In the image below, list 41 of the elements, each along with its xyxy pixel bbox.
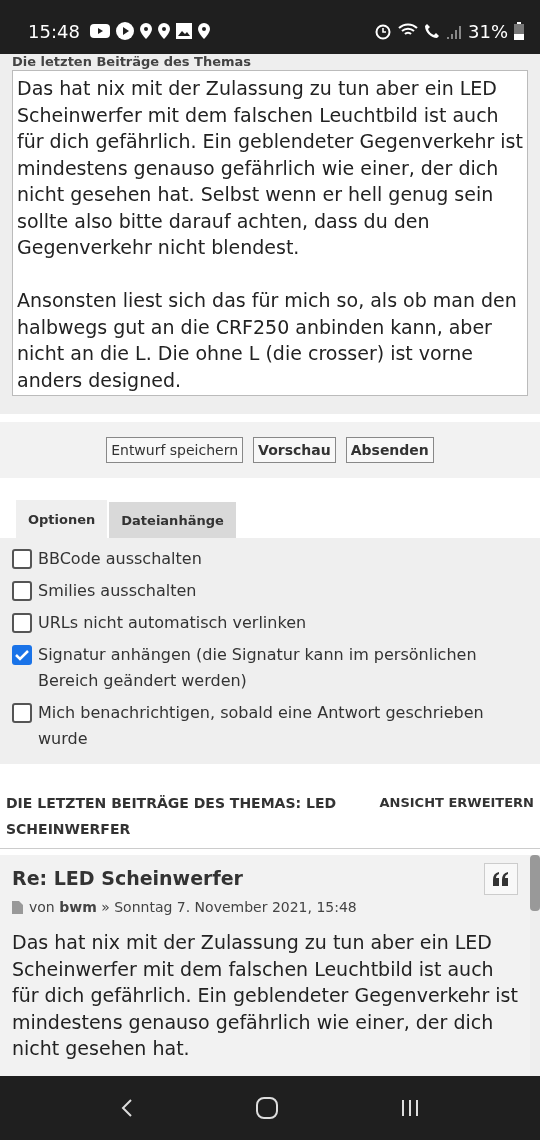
post-title: Re: LED Scheinwerfer [12,867,243,889]
call-icon [424,23,440,39]
alarm-icon [374,22,392,40]
checkbox[interactable] [12,581,32,601]
review-heading: DIE LETZTEN BEITRÄGE DES THEMAS: LED SCHEINWERFER [6,794,338,839]
recents-icon[interactable] [400,1099,419,1117]
option-label: URLs nicht automatisch verlinken [38,612,307,634]
quote-button[interactable] [484,863,518,895]
image-icon [175,23,192,39]
option-label: Signatur anhängen (die Signatur kann im persönlichen Bereich geändert werden) [38,644,478,692]
location-icon [157,23,170,39]
quote-icon [493,872,509,886]
document-icon [12,900,23,914]
location-icon [197,23,210,39]
status-time: 15:48 [28,20,80,42]
form-button[interactable]: Vorschau [253,437,336,463]
checkbox[interactable] [12,613,32,633]
home-icon[interactable] [256,1097,278,1119]
checkbox[interactable] [12,645,32,665]
checkbox[interactable] [12,549,32,569]
tab[interactable]: Optionen [16,500,108,538]
expand-link[interactable]: ANSICHT ERWEITERN [379,790,534,842]
section-label: Die letzten Beiträge des Themas [12,54,253,70]
signal-icon [446,23,462,39]
form-button[interactable]: Entwurf speichern [106,437,244,463]
video-icon [89,24,110,38]
scrollbar-thumb[interactable] [530,855,540,911]
location-icon [139,23,152,39]
battery-icon [514,22,524,40]
post-meta: von bwm » Sonntag 7. November 2021, 15:48 [29,899,357,915]
checkbox[interactable] [12,703,32,723]
back-icon[interactable] [121,1098,134,1118]
message-field[interactable]: Das hat nix mit der Zulassung zu tun aber ein LED Scheinwerfer mit dem falschen Leuchtbild ist auch für dich gefährlich. Ein geblendeter Gegenverkehr ist mindestens genauso gefährlich wie einer, der dich nicht gesehen hat. Selbst wenn er hell genug sein sollte also bitte darauf achten, dass du den Gegenverkehr nicht blendest. Ansonsten liest sich das für mich so, als ob man den halbwegs gut an die CRF250 anbinden kann, aber nicht an die L. Die ohne L (die crosser) ist vorne anders designed. [12,70,528,396]
option-label: Smilies ausschalten [38,580,197,602]
play-icon [115,22,134,40]
option-label: BBCode ausschalten [38,548,202,570]
form-button[interactable]: Absenden [345,437,434,463]
option-label: Mich benachrichtigen, sobald eine Antwort geschrieben wurde [38,702,485,750]
battery-level: 31% [468,20,508,42]
post-body: Das hat nix mit der Zulassung zu tun aber ein LED Scheinwerfer mit dem falschen Leuchtbild ist auch für dich gefährlich. Ein geblendeter Gegenverkehr ist mindestens genauso gefährlich wie einer, der dich nicht gesehen hat. [12,930,518,1061]
tab[interactable]: Dateianhänge [109,502,236,538]
